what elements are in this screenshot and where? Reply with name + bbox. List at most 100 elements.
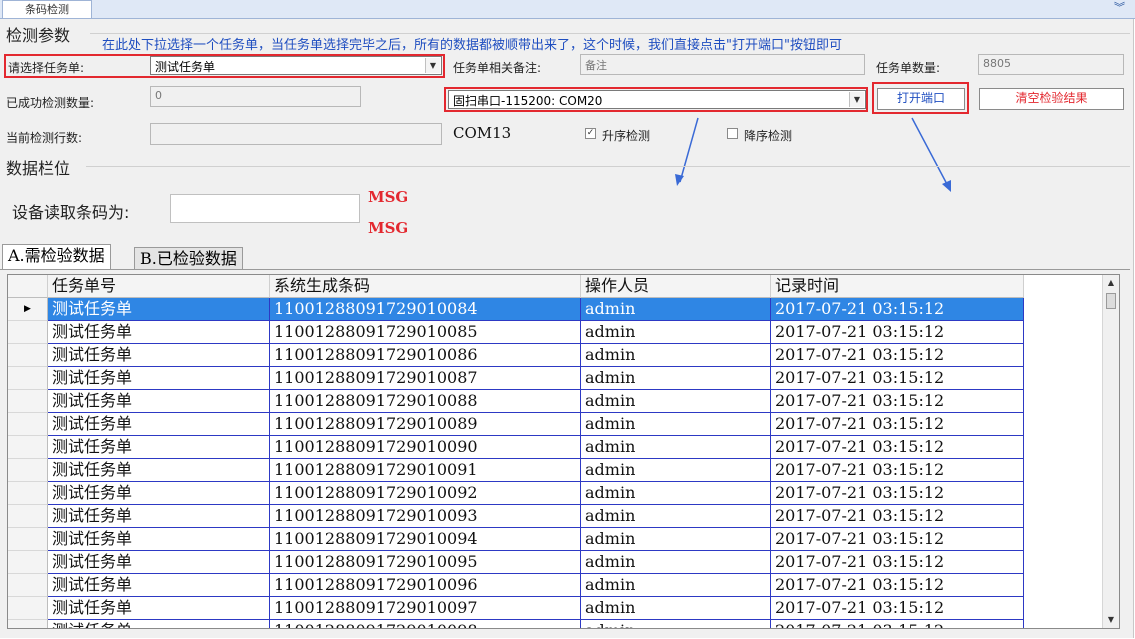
row-header[interactable] <box>8 528 48 551</box>
row-header[interactable] <box>8 482 48 505</box>
cell-barcode[interactable]: 11001288091729010097 <box>270 597 581 620</box>
cell-barcode[interactable]: 11001288091729010091 <box>270 459 581 482</box>
cell-operator[interactable]: admin <box>581 321 771 344</box>
cell-barcode[interactable]: 11001288091729010096 <box>270 574 581 597</box>
row-header[interactable] <box>8 505 48 528</box>
current-row-field[interactable] <box>150 123 442 145</box>
cell-operator[interactable]: admin <box>581 413 771 436</box>
cell-operator[interactable]: admin <box>581 551 771 574</box>
vertical-scrollbar[interactable]: ▲ ▼ <box>1102 275 1119 628</box>
cell-operator[interactable]: admin <box>581 597 771 620</box>
cell-barcode[interactable]: 11001288091729010094 <box>270 528 581 551</box>
col-header-barcode[interactable]: 系统生成条码 <box>270 275 581 298</box>
row-header[interactable] <box>8 367 48 390</box>
tab-barcode-check[interactable]: 条码检测 <box>2 0 92 18</box>
row-selector-icon[interactable]: ▶ <box>8 298 48 321</box>
cell-time[interactable]: 2017-07-21 03:15:12 <box>771 367 1024 390</box>
cell-barcode[interactable]: 11001288091729010092 <box>270 482 581 505</box>
cell-barcode[interactable]: 11001288091729010087 <box>270 367 581 390</box>
cell-time[interactable]: 2017-07-21 03:15:12 <box>771 574 1024 597</box>
cell-task[interactable]: 测试任务单 <box>48 528 270 551</box>
remark-field[interactable]: 备注 <box>580 54 865 75</box>
cell-barcode[interactable]: 11001288091729010085 <box>270 321 581 344</box>
cell-task[interactable]: 测试任务单 <box>48 620 270 628</box>
row-header[interactable] <box>8 459 48 482</box>
cell-task[interactable]: 测试任务单 <box>48 482 270 505</box>
cell-time[interactable]: 2017-07-21 03:15:12 <box>771 436 1024 459</box>
row-header[interactable] <box>8 597 48 620</box>
cell-time[interactable]: 2017-07-21 03:15:12 <box>771 298 1024 321</box>
cell-task[interactable]: 测试任务单 <box>48 459 270 482</box>
scroll-down-icon[interactable]: ▼ <box>1103 612 1119 628</box>
count-field[interactable]: 8805 <box>978 54 1124 75</box>
cell-operator[interactable]: admin <box>581 344 771 367</box>
cell-time[interactable]: 2017-07-21 03:15:12 <box>771 321 1024 344</box>
cell-task[interactable]: 测试任务单 <box>48 298 270 321</box>
cell-operator[interactable]: admin <box>581 574 771 597</box>
cell-barcode[interactable]: 11001288091729010098 <box>270 620 581 628</box>
clear-results-button[interactable]: 清空检验结果 <box>979 88 1124 110</box>
cell-barcode[interactable]: 11001288091729010093 <box>270 505 581 528</box>
asc-checkbox[interactable]: ✓ <box>585 128 596 139</box>
cell-task[interactable]: 测试任务单 <box>48 367 270 390</box>
dropdown-arrow-icon[interactable]: ▼ <box>849 92 864 107</box>
cell-task[interactable]: 测试任务单 <box>48 574 270 597</box>
cell-time[interactable]: 2017-07-21 03:15:12 <box>771 597 1024 620</box>
cell-operator[interactable]: admin <box>581 367 771 390</box>
cell-time[interactable]: 2017-07-21 03:15:12 <box>771 505 1024 528</box>
cell-barcode[interactable]: 11001288091729010090 <box>270 436 581 459</box>
scroll-thumb[interactable] <box>1106 293 1116 309</box>
open-port-button[interactable]: 打开端口 <box>877 88 965 110</box>
tab-checked-data[interactable]: B.已检验数据 <box>134 247 243 269</box>
cell-time[interactable]: 2017-07-21 03:15:12 <box>771 390 1024 413</box>
cell-barcode[interactable]: 11001288091729010095 <box>270 551 581 574</box>
row-header[interactable] <box>8 390 48 413</box>
col-header-operator[interactable]: 操作人员 <box>581 275 771 298</box>
cell-operator[interactable]: admin <box>581 459 771 482</box>
cell-barcode[interactable]: 11001288091729010089 <box>270 413 581 436</box>
tab-pending-data[interactable]: A.需检验数据 <box>2 244 111 270</box>
port-select-dropdown[interactable]: 固扫串口-115200: COM20 ▼ <box>448 90 866 109</box>
col-header-time[interactable]: 记录时间 <box>771 275 1024 298</box>
cell-operator[interactable]: admin <box>581 298 771 321</box>
cell-operator[interactable]: admin <box>581 390 771 413</box>
cell-operator[interactable]: admin <box>581 482 771 505</box>
row-header[interactable] <box>8 436 48 459</box>
cell-barcode[interactable]: 1100128809172901008​4 <box>270 298 581 321</box>
cell-task[interactable]: 测试任务单 <box>48 436 270 459</box>
row-header[interactable] <box>8 620 48 628</box>
cell-task[interactable]: 测试任务单 <box>48 390 270 413</box>
cell-barcode[interactable]: 11001288091729010088 <box>270 390 581 413</box>
task-select-dropdown[interactable]: 测试任务单 ▼ <box>150 56 442 75</box>
row-header[interactable] <box>8 344 48 367</box>
cell-time[interactable]: 2017-07-21 03:15:12 <box>771 413 1024 436</box>
cell-time[interactable]: 2017-07-21 03:15:12 <box>771 459 1024 482</box>
col-header-task[interactable]: 任务单号 <box>48 275 270 298</box>
cell-barcode[interactable]: 11001288091729010086 <box>270 344 581 367</box>
success-count-field[interactable]: 0 <box>150 86 361 107</box>
collapse-chevron-icon[interactable]: ︾ <box>1114 0 1125 18</box>
data-grid[interactable]: 任务单号 系统生成条码 操作人员 记录时间 ▶ 测试任务单 110012880917… <box>7 274 1120 629</box>
cell-task[interactable]: 测试任务单 <box>48 551 270 574</box>
cell-time[interactable]: 2017-07-21 03:15:12 <box>771 528 1024 551</box>
cell-time[interactable]: 2017-07-21 03:15:12 <box>771 344 1024 367</box>
scroll-up-icon[interactable]: ▲ <box>1103 275 1119 291</box>
cell-task[interactable]: 测试任务单 <box>48 597 270 620</box>
cell-operator[interactable]: admin <box>581 528 771 551</box>
row-header[interactable] <box>8 574 48 597</box>
cell-task[interactable]: 测试任务单 <box>48 413 270 436</box>
row-header[interactable] <box>8 413 48 436</box>
cell-time[interactable]: 2017-07-21 03:15:12 <box>771 482 1024 505</box>
row-header[interactable] <box>8 551 48 574</box>
cell-operator[interactable]: admin <box>581 505 771 528</box>
cell-operator[interactable]: admin <box>581 620 771 628</box>
barcode-read-input[interactable] <box>170 194 360 223</box>
cell-task[interactable]: 测试任务单 <box>48 344 270 367</box>
cell-time[interactable]: 2017-07-21 03:15:12 <box>771 551 1024 574</box>
dropdown-arrow-icon[interactable]: ▼ <box>425 58 440 73</box>
cell-task[interactable]: 测试任务单 <box>48 321 270 344</box>
cell-task[interactable]: 测试任务单 <box>48 505 270 528</box>
cell-time[interactable]: 2017-07-21 03:15:12 <box>771 620 1024 628</box>
row-header[interactable] <box>8 321 48 344</box>
cell-operator[interactable]: admin <box>581 436 771 459</box>
